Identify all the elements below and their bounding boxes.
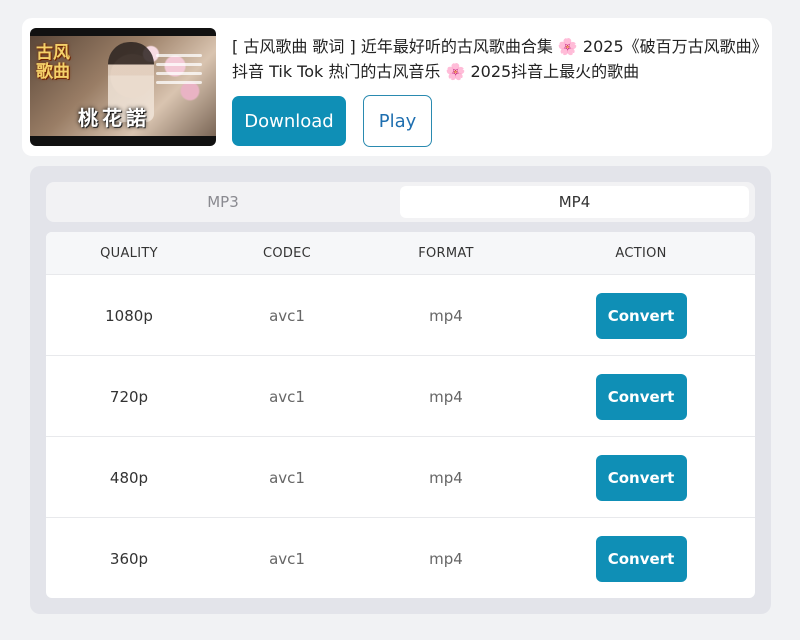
codec-cell: avc1 <box>269 549 305 568</box>
column-header-format: FORMAT <box>418 245 474 261</box>
quality-cell: 720p <box>109 387 149 406</box>
column-header-codec: CODEC <box>262 245 312 261</box>
format-panel: MP3 MP4 QUALITY CODEC FORMAT ACTION 1080… <box>30 166 771 614</box>
convert-button[interactable]: Convert <box>595 292 687 339</box>
quality-cell: 360p <box>109 549 149 568</box>
codec-cell: avc1 <box>269 468 305 487</box>
codec-cell: avc1 <box>269 306 305 325</box>
convert-button[interactable]: Convert <box>595 373 687 420</box>
action-cell: Convert <box>578 275 704 356</box>
thumbnail-overlay-text <box>156 54 202 100</box>
thumbnail-title-left: 古风歌曲 <box>36 43 70 82</box>
format-cell: mp4 <box>429 468 463 487</box>
format-cell: mp4 <box>429 306 463 325</box>
format-cell: mp4 <box>429 387 463 406</box>
convert-button[interactable]: Convert <box>595 535 687 582</box>
table-row: 480p avc1 mp4 Convert <box>46 436 755 517</box>
thumbnail-title-bottom: 桃花諾 <box>78 106 150 130</box>
formats-table: QUALITY CODEC FORMAT ACTION 1080p avc1 m… <box>46 232 755 598</box>
table-row: 360p avc1 mp4 Convert <box>46 517 755 598</box>
convert-button[interactable]: Convert <box>595 454 687 501</box>
quality-cell: 1080p <box>105 306 153 325</box>
video-thumbnail[interactable]: 古风歌曲 桃花諾 <box>30 28 216 146</box>
action-cell: Convert <box>578 356 704 437</box>
action-cell: Convert <box>578 518 704 598</box>
action-cell: Convert <box>578 437 704 518</box>
quality-cell: 480p <box>109 468 149 487</box>
tab-mp3[interactable]: MP3 <box>50 186 396 218</box>
format-cell: mp4 <box>429 549 463 568</box>
video-info-card: 古风歌曲 桃花諾 [ 古风歌曲 歌词 ] 近年最好听的古风歌曲合集 🌸 2025… <box>22 18 772 156</box>
download-button[interactable]: Download <box>232 96 346 146</box>
codec-cell: avc1 <box>269 387 305 406</box>
column-header-quality: QUALITY <box>100 245 158 261</box>
column-header-action: ACTION <box>615 245 667 261</box>
play-button[interactable]: Play <box>363 95 432 147</box>
table-header: QUALITY CODEC FORMAT ACTION <box>46 232 755 274</box>
table-row: 1080p avc1 mp4 Convert <box>46 274 755 355</box>
format-tabs: MP3 MP4 <box>46 182 755 222</box>
table-row: 720p avc1 mp4 Convert <box>46 355 755 436</box>
page: 古风歌曲 桃花諾 [ 古风歌曲 歌词 ] 近年最好听的古风歌曲合集 🌸 2025… <box>0 0 800 640</box>
tab-mp4[interactable]: MP4 <box>400 186 749 218</box>
video-title: [ 古风歌曲 歌词 ] 近年最好听的古风歌曲合集 🌸 2025《破百万古风歌曲》… <box>232 37 760 81</box>
